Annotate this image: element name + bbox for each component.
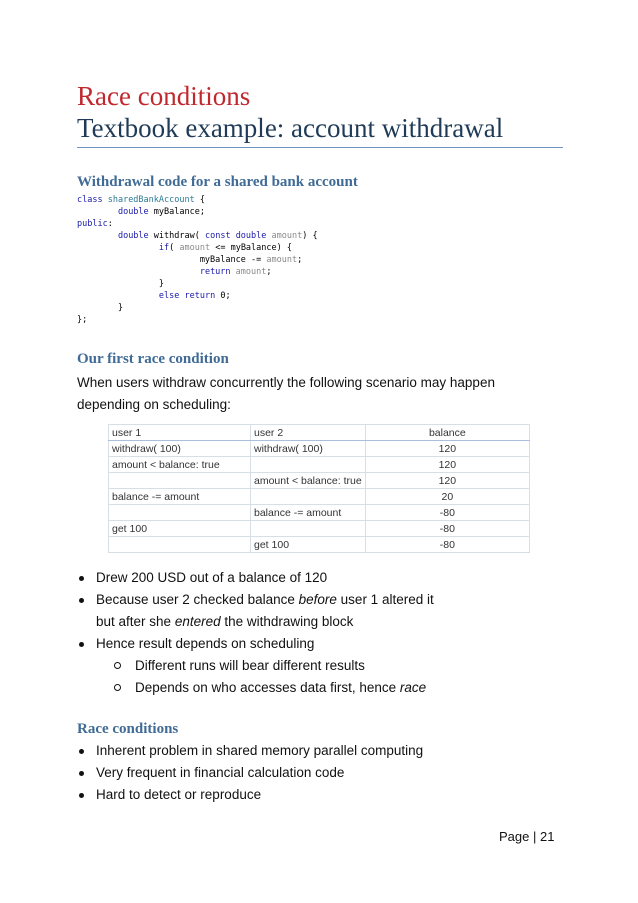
table-cell: withdraw( 100): [108, 440, 251, 457]
table-header-cell: balance: [364, 424, 531, 441]
table-cell: get 100: [250, 536, 366, 553]
paragraph-line: When users withdraw concurrently the fol…: [77, 375, 495, 390]
page-number: Page | 21: [499, 829, 555, 844]
table-cell: 120: [364, 440, 531, 457]
page-subtitle: Textbook example: account withdrawal: [77, 113, 504, 143]
sub-list-item: Depends on who accesses data first, henc…: [77, 677, 426, 699]
list-item: Because user 2 checked balance before us…: [77, 589, 434, 611]
section-heading-first-race: Our first race condition: [77, 351, 229, 367]
table-cell: 120: [364, 456, 531, 473]
table-row: amount < balance: true 120: [108, 456, 531, 473]
list-item-text: Very frequent in financial calculation c…: [96, 765, 345, 780]
race-scenario-bullets: Drew 200 USD out of a balance of 120 Bec…: [77, 567, 434, 699]
table-cell: withdraw( 100): [250, 440, 366, 457]
table-cell: [108, 536, 251, 553]
sub-list-item: Different runs will bear different resul…: [77, 655, 365, 677]
table-header-cell: user 2: [250, 424, 366, 441]
document-page: Race conditions Textbook example: accoun…: [0, 0, 638, 903]
table-cell: get 100: [108, 520, 251, 537]
sub-list-item-text: Depends on who accesses data first, henc…: [135, 680, 427, 695]
table-row: get 100 -80: [108, 520, 531, 537]
title-divider: [77, 147, 563, 148]
table-row: amount < balance: true 120: [108, 472, 531, 489]
table-cell: balance -= amount: [108, 488, 251, 505]
table-cell: -80: [364, 520, 531, 537]
table-cell: [250, 488, 366, 505]
list-item-text: Hence result depends on scheduling: [96, 636, 315, 651]
table-cell: amount < balance: true: [108, 456, 251, 473]
list-item: Hence result depends on scheduling: [77, 633, 314, 655]
table-header-cell: user 1: [108, 424, 251, 441]
table-cell: 20: [364, 488, 531, 505]
bullet-icon: [79, 792, 84, 798]
table-cell: [250, 456, 366, 473]
sub-list-item-text: Different runs will bear different resul…: [135, 658, 365, 673]
section-heading-withdrawal-code: Withdrawal code for a shared bank accoun…: [77, 174, 358, 190]
bullet-icon: [79, 748, 84, 754]
table-cell: -80: [364, 504, 531, 521]
intro-paragraph: When users withdraw concurrently the fol…: [77, 372, 547, 416]
list-item-text: Hard to detect or reproduce: [96, 787, 262, 802]
table-row: withdraw( 100) withdraw( 100) 120: [108, 440, 531, 457]
bullet-icon: [79, 575, 84, 581]
page-title: Race conditions: [77, 81, 251, 111]
table-row: get 100 -80: [108, 536, 531, 553]
bullet-icon: [79, 641, 84, 647]
bullet-icon: [79, 770, 84, 776]
table-header-row: user 1 user 2 balance: [108, 424, 531, 441]
circle-bullet-icon: [114, 662, 121, 669]
list-item-text: Drew 200 USD out of a balance of 120: [96, 570, 328, 585]
list-item: Drew 200 USD out of a balance of 120: [77, 567, 327, 589]
bullet-icon: [79, 597, 84, 603]
table-cell: [108, 472, 251, 489]
table-cell: balance -= amount: [250, 504, 366, 521]
table-cell: -80: [364, 536, 531, 553]
table-row: balance -= amount -80: [108, 504, 531, 521]
list-item-text: but after she entered the withdrawing bl…: [96, 614, 354, 629]
table-cell: 120: [364, 472, 531, 489]
table-cell: [108, 504, 251, 521]
scenario-table: user 1 user 2 balance withdraw( 100) with…: [108, 424, 531, 553]
list-item-text: Because user 2 checked balance before us…: [96, 592, 434, 607]
list-item-text: Inherent problem in shared memory parall…: [96, 743, 424, 758]
code-block: class sharedBankAccount { double myBalan…: [77, 195, 318, 325]
table-row: balance -= amount 20: [108, 488, 531, 505]
table-cell: [250, 520, 366, 537]
section-heading-race-conditions: Race conditions: [77, 721, 179, 737]
paragraph-line: depending on scheduling:: [77, 397, 231, 412]
circle-bullet-icon: [114, 684, 121, 691]
table-cell: amount < balance: true: [250, 472, 366, 489]
